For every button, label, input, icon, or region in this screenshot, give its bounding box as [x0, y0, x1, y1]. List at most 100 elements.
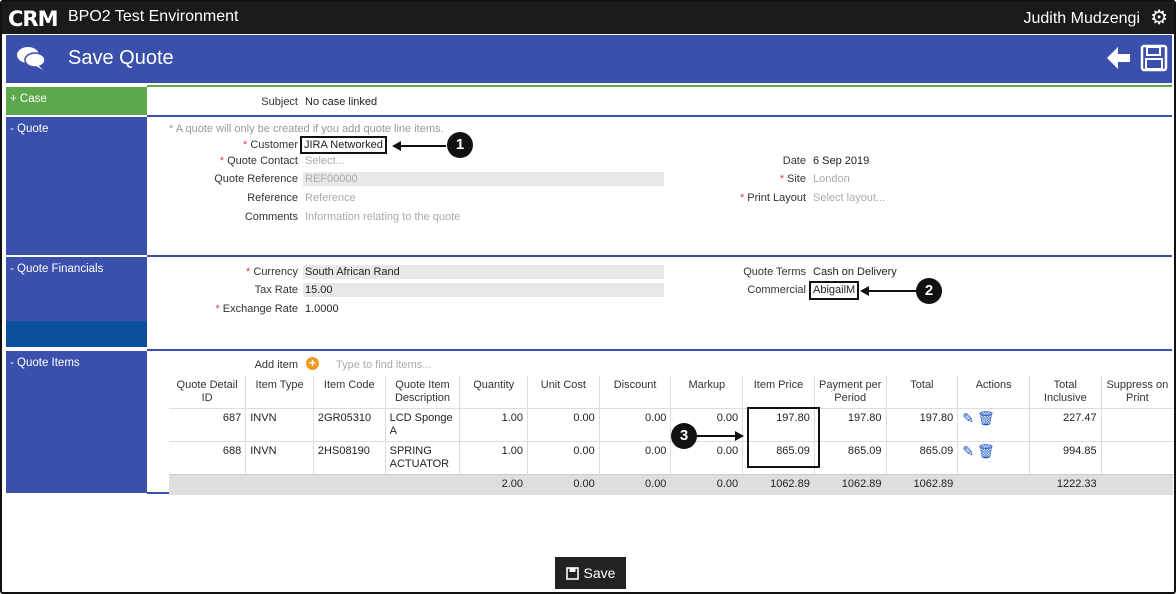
col-item-code[interactable]: Item Code [313, 376, 386, 409]
delete-trash-icon[interactable]: 🗑 [977, 410, 995, 426]
col-item-price[interactable]: Item Price [742, 376, 815, 409]
col-payment-per-period[interactable]: Payment per Period [814, 376, 887, 409]
col-total[interactable]: Total [886, 376, 959, 409]
quote-divider [147, 115, 1172, 117]
cell-payment-per-period: 197.80 [814, 408, 887, 442]
callout-3-arrowhead [735, 431, 744, 441]
total-discount: 0.00 [599, 474, 672, 495]
customer-label: * Customer [242, 139, 298, 151]
add-item-input[interactable]: Type to find items... [336, 359, 431, 371]
tax-rate-bg [303, 283, 664, 297]
table-header-row: Quote Detail ID Item Type Item Code Quot… [169, 376, 1173, 409]
comments-input[interactable]: Information relating to the quote [305, 211, 460, 223]
tax-rate-input[interactable]: 15.00 [305, 284, 333, 296]
cell-discount[interactable]: 0.00 [599, 441, 672, 475]
items-section-toggle[interactable]: - Quote Items [6, 351, 147, 493]
cell-description: SPRING ACTUATOR [385, 441, 461, 475]
case-divider [147, 85, 1172, 87]
col-item-type[interactable]: Item Type [245, 376, 314, 409]
item-price-highlight-box [747, 407, 820, 468]
col-suppress-on-print[interactable]: Suppress on Print [1101, 376, 1173, 409]
financials-sidebar-accent [6, 321, 147, 347]
edit-pencil-icon[interactable]: ✎ [962, 410, 974, 426]
cell-suppress[interactable] [1101, 441, 1173, 475]
top-bar: CRM BPO2 Test Environment Judith Mudzeng… [2, 2, 1174, 34]
add-item-icon[interactable]: + [306, 357, 319, 370]
total-item-price: 1062.89 [742, 474, 815, 495]
date-label: Date [782, 155, 806, 167]
cell-total: 197.80 [886, 408, 959, 442]
date-value[interactable]: 6 Sep 2019 [813, 155, 869, 167]
print-layout-select[interactable]: Select layout... [813, 192, 885, 204]
exchange-rate-input[interactable]: 1.0000 [305, 303, 339, 315]
total-total-inclusive: 1222.33 [1029, 474, 1102, 495]
commercial-field[interactable]: AbigailM [809, 281, 860, 300]
total-unit-cost: 0.00 [527, 474, 600, 495]
page-title: Save Quote [68, 47, 174, 69]
col-total-inclusive[interactable]: Total Inclusive [1029, 376, 1102, 409]
cell-unit-cost[interactable]: 0.00 [527, 408, 600, 442]
print-layout-label: * Print Layout [739, 192, 806, 204]
cell-code: 2HS08190 [313, 441, 386, 475]
save-button[interactable]: Save [555, 557, 626, 589]
commercial-label: Commercial [747, 284, 806, 296]
col-markup[interactable]: Markup [670, 376, 744, 409]
subject-value: No case linked [305, 96, 378, 108]
table-row[interactable]: 688 INVN 2HS08190 SPRING ACTUATOR 1.00 0… [169, 441, 1173, 475]
currency-select[interactable]: South African Rand [305, 266, 400, 278]
callout-2-line [868, 290, 916, 292]
totals-row: 2.00 0.00 0.00 0.00 1062.89 1062.89 1062… [169, 474, 1173, 495]
cell-code: 2GR05310 [313, 408, 386, 442]
tax-rate-label: Tax Rate [254, 284, 298, 296]
cell-suppress[interactable] [1101, 408, 1173, 442]
cell-id: 687 [169, 408, 247, 442]
quote-reference-input[interactable]: REF00000 [305, 173, 358, 185]
quote-terms-value[interactable]: Cash on Delivery [813, 266, 897, 278]
cell-actions: ✎ 🗑 [957, 441, 1030, 475]
delete-trash-icon[interactable]: 🗑 [977, 443, 995, 459]
customer-field[interactable]: JIRA Networked [300, 136, 387, 154]
exchange-rate-label: * Exchange Rate [215, 303, 298, 315]
crm-logo[interactable]: CRM [8, 7, 58, 31]
col-discount[interactable]: Discount [599, 376, 672, 409]
quote-reference-label: Quote Reference [214, 173, 298, 185]
back-arrow-icon[interactable] [1104, 44, 1132, 72]
case-section-toggle[interactable]: + Case [6, 87, 147, 115]
callout-1: 1 [447, 132, 473, 158]
items-divider [147, 349, 1172, 351]
cell-quantity[interactable]: 1.00 [459, 408, 529, 442]
comments-label: Comments [244, 211, 298, 223]
cell-quantity[interactable]: 1.00 [459, 441, 529, 475]
site-select[interactable]: London [813, 173, 850, 185]
cell-total: 865.09 [886, 441, 959, 475]
col-description[interactable]: Quote Item Description [385, 376, 461, 409]
quote-section-toggle[interactable]: - Quote [6, 117, 147, 255]
col-quantity[interactable]: Quantity [459, 376, 529, 409]
cell-discount[interactable]: 0.00 [599, 408, 672, 442]
app-frame: CRM BPO2 Test Environment Judith Mudzeng… [0, 0, 1176, 594]
callout-3-line [697, 435, 735, 437]
gear-icon[interactable]: ⚙ [1150, 5, 1168, 30]
user-name[interactable]: Judith Mudzengi [1023, 10, 1140, 28]
quote-contact-select[interactable]: Select... [305, 155, 345, 167]
cell-id: 688 [169, 441, 247, 475]
cell-unit-cost[interactable]: 0.00 [527, 441, 600, 475]
reference-label: Reference [247, 192, 298, 204]
cell-actions: ✎ 🗑 [957, 408, 1030, 442]
col-quote-detail-id[interactable]: Quote Detail ID [169, 376, 247, 409]
add-item-label: Add item [254, 359, 298, 371]
col-unit-cost[interactable]: Unit Cost [527, 376, 600, 409]
save-icon[interactable] [1140, 44, 1168, 72]
cell-type: INVN [245, 408, 314, 442]
quote-section-label: - Quote [10, 123, 49, 135]
callout-1-arrowhead [392, 141, 401, 151]
financials-section-label: - Quote Financials [10, 263, 104, 275]
callout-1-line [400, 145, 446, 147]
reference-input[interactable]: Reference [305, 192, 356, 204]
cell-total-inclusive: 227.47 [1029, 408, 1102, 442]
cell-payment-per-period: 865.09 [814, 441, 887, 475]
edit-pencil-icon[interactable]: ✎ [962, 443, 974, 459]
subject-label: Subject [261, 96, 298, 108]
financials-divider [147, 255, 1172, 257]
floppy-icon [565, 566, 579, 580]
